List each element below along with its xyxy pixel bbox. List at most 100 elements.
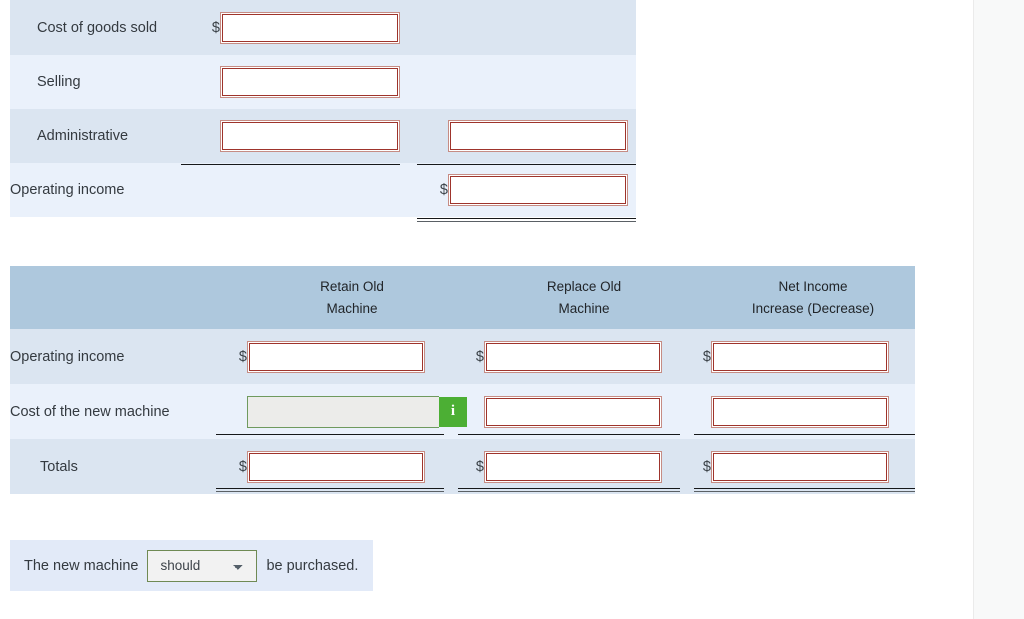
compare-subtotal-rule-netincome bbox=[694, 434, 915, 435]
dollar-sign-col1: $ bbox=[211, 19, 220, 36]
income-input-col1-wrapper bbox=[220, 11, 400, 44]
income-cell-col2 bbox=[448, 0, 636, 55]
dollar-sign: $ bbox=[238, 348, 247, 365]
income-input-col1-wrapper bbox=[220, 66, 400, 98]
income-input-col1-inner bbox=[222, 122, 398, 150]
comparison-cell bbox=[711, 329, 915, 384]
dollar-sign: $ bbox=[475, 348, 484, 365]
table-row: Cost of goods sold $ bbox=[10, 0, 636, 55]
comparison-cell bbox=[484, 329, 684, 384]
income-input-col2-wrapper bbox=[448, 174, 628, 206]
income-input-col1[interactable] bbox=[223, 14, 397, 41]
income-row-label: Operating income bbox=[10, 182, 125, 198]
comparison-header-row: Retain Old Machine Replace Old Machine Net I… bbox=[10, 266, 915, 329]
dollar-sign: $ bbox=[475, 458, 484, 475]
income-input-col2-inner bbox=[450, 176, 626, 204]
dollar-sign-col2 bbox=[415, 109, 448, 163]
comparison-input-wrapper bbox=[484, 450, 662, 483]
comparison-input-wrapper bbox=[247, 450, 425, 483]
income-input-col1[interactable] bbox=[223, 69, 397, 95]
dollar-sign: $ bbox=[238, 458, 247, 475]
column-header-spacer bbox=[220, 266, 247, 329]
comparison-input-inner bbox=[486, 397, 660, 426]
table-row: Administrative bbox=[10, 109, 636, 163]
income-cell-col1 bbox=[220, 109, 415, 163]
comparison-input[interactable] bbox=[487, 453, 659, 480]
page-gutter bbox=[973, 0, 1024, 619]
compare-total-rule-netincome bbox=[694, 488, 915, 492]
dollar-sign: $ bbox=[702, 348, 711, 365]
dollar-sign bbox=[684, 384, 711, 439]
income-row-label: Administrative bbox=[37, 128, 129, 144]
column-header-line2: Increase (Decrease) bbox=[751, 300, 875, 316]
comparison-input-wrapper bbox=[711, 450, 889, 483]
conclusion-prefix: The new machine bbox=[24, 557, 139, 574]
comparison-input-inner bbox=[713, 452, 887, 481]
comparison-input-inner bbox=[713, 397, 887, 426]
income-input-col2-inner bbox=[450, 122, 626, 150]
table-row: Operating income $ $ $ bbox=[10, 329, 915, 384]
comparison-row-label: Operating income bbox=[10, 348, 125, 365]
comparison-table: Retain Old Machine Replace Old Machine Net I… bbox=[10, 266, 915, 494]
purchase-decision-select[interactable]: shouldshould not bbox=[147, 549, 258, 582]
compare-total-rule-replace bbox=[458, 488, 680, 492]
comparison-input[interactable] bbox=[487, 398, 659, 425]
income-cell-col1 bbox=[220, 163, 415, 217]
comparison-input-inner bbox=[249, 342, 423, 371]
income-cell-col1 bbox=[220, 0, 415, 55]
income-statement-table: Cost of goods sold $ Selling Administrative… bbox=[10, 0, 636, 217]
income-input-col2[interactable] bbox=[451, 123, 625, 149]
comparison-input[interactable] bbox=[714, 343, 886, 370]
income-input-col2[interactable] bbox=[451, 177, 625, 203]
comparison-row-label: Cost of the new machine bbox=[10, 403, 170, 420]
dollar-sign bbox=[220, 384, 247, 439]
income-input-col1-inner bbox=[222, 68, 398, 96]
comparison-input-wrapper bbox=[711, 395, 889, 428]
dollar-sign-col1 bbox=[195, 109, 220, 163]
column-header bbox=[10, 266, 220, 329]
worksheet-page: Cost of goods sold $ Selling Administrative… bbox=[0, 0, 1024, 619]
income-input-col1[interactable] bbox=[223, 123, 397, 149]
compare-subtotal-rule-retain bbox=[216, 434, 444, 435]
column-header: Net Income Increase (Decrease) bbox=[711, 266, 915, 329]
info-icon[interactable]: i bbox=[439, 396, 467, 427]
column-header-line2: Machine bbox=[558, 300, 610, 316]
table-row: Cost of the new machine i bbox=[10, 384, 915, 439]
comparison-cell bbox=[247, 439, 457, 494]
comparison-input[interactable] bbox=[714, 398, 886, 425]
dollar-sign-col2 bbox=[415, 55, 448, 109]
column-header: Retain Old Machine bbox=[247, 266, 457, 329]
conclusion-strip: The new machine shouldshould not be purc… bbox=[10, 540, 373, 591]
dollar-sign-col1 bbox=[195, 55, 220, 109]
income-cell-col2 bbox=[448, 109, 636, 163]
comparison-cell bbox=[484, 384, 684, 439]
comparison-disabled-input-wrapper: i bbox=[247, 395, 467, 428]
income-input-col1-wrapper bbox=[220, 120, 400, 152]
dollar-sign-col1 bbox=[195, 163, 220, 217]
comparison-input[interactable] bbox=[714, 453, 886, 480]
table-row: Selling bbox=[10, 55, 636, 109]
dollar-sign: $ bbox=[702, 458, 711, 475]
comparison-input[interactable] bbox=[250, 343, 422, 370]
total-rule-operating-income bbox=[417, 218, 636, 222]
column-header-spacer bbox=[684, 266, 711, 329]
comparison-input[interactable] bbox=[487, 343, 659, 370]
column-header-spacer bbox=[457, 266, 484, 329]
table-row: Totals $ $ $ bbox=[10, 439, 915, 494]
comparison-row-label: Totals bbox=[40, 458, 78, 475]
comparison-cell bbox=[711, 439, 915, 494]
column-header-line1: Retain Old bbox=[320, 278, 384, 294]
comparison-input-wrapper bbox=[484, 340, 662, 373]
comparison-input-inner bbox=[249, 452, 423, 481]
comparison-input-inner bbox=[486, 452, 660, 481]
comparison-cell bbox=[484, 439, 684, 494]
income-row-label: Selling bbox=[37, 74, 81, 90]
comparison-input[interactable] bbox=[250, 453, 422, 480]
comparison-input-inner bbox=[713, 342, 887, 371]
column-header: Replace Old Machine bbox=[484, 266, 684, 329]
subtotal-rule-col1 bbox=[181, 164, 400, 165]
income-input-col1-inner bbox=[222, 13, 398, 42]
dollar-sign-col2: $ bbox=[439, 182, 448, 198]
comparison-cell bbox=[711, 384, 915, 439]
column-header-line2: Machine bbox=[326, 300, 378, 316]
